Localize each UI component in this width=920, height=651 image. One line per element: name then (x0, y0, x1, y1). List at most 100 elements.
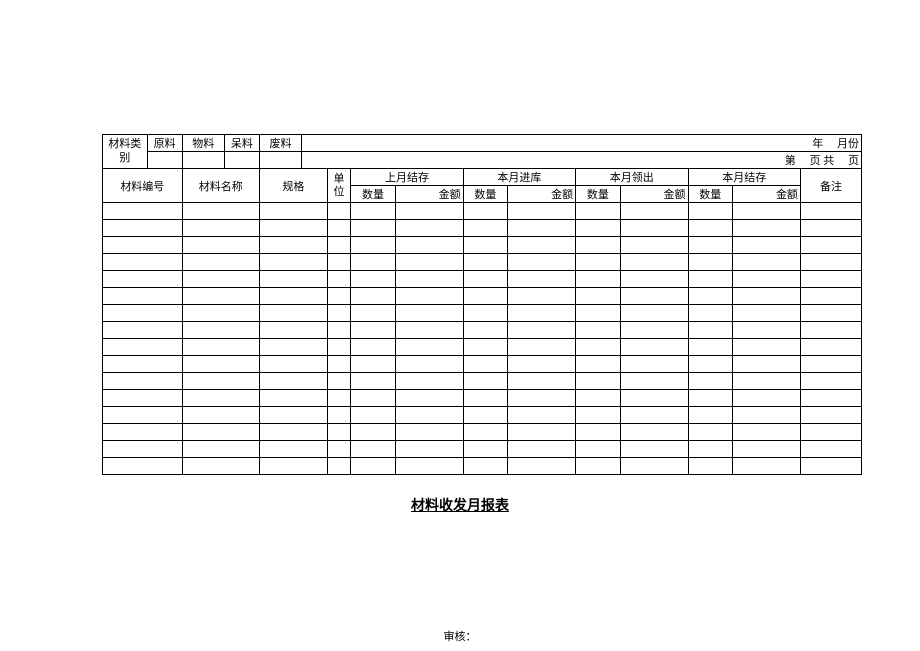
cell (688, 254, 733, 271)
cell (463, 288, 508, 305)
cell (800, 322, 861, 339)
label-material-category: 材料类别 (103, 135, 148, 169)
cell (327, 305, 350, 322)
cell (327, 407, 350, 424)
cell (800, 356, 861, 373)
cell (800, 203, 861, 220)
cat-goods: 物料 (182, 135, 224, 152)
cell (800, 237, 861, 254)
cell (327, 322, 350, 339)
col-spec: 规格 (259, 169, 327, 203)
header-row-category: 材料类别 原料 物料 呆料 废料 年 月份 (103, 135, 862, 152)
cell (576, 339, 621, 356)
page-suffix: 页 (848, 155, 859, 167)
cell (620, 458, 688, 475)
cell (327, 220, 350, 237)
cell (351, 220, 396, 237)
cell (351, 390, 396, 407)
cell (800, 254, 861, 271)
table-body (103, 203, 862, 475)
table-row (103, 322, 862, 339)
cell (103, 203, 183, 220)
cell (463, 220, 508, 237)
cell (800, 441, 861, 458)
table-row (103, 407, 862, 424)
cell (327, 441, 350, 458)
cell (620, 271, 688, 288)
cell (463, 237, 508, 254)
cell (463, 441, 508, 458)
cell (395, 220, 463, 237)
cell (800, 288, 861, 305)
cell (351, 305, 396, 322)
cell (395, 407, 463, 424)
cell (688, 322, 733, 339)
cell (395, 458, 463, 475)
col-material-no: 材料编号 (103, 169, 183, 203)
cell (259, 271, 327, 288)
col-material-name: 材料名称 (182, 169, 259, 203)
cell (733, 407, 801, 424)
cell (620, 288, 688, 305)
cell (463, 373, 508, 390)
cell (103, 441, 183, 458)
cell (351, 237, 396, 254)
cell (688, 356, 733, 373)
cell (576, 458, 621, 475)
cell (103, 390, 183, 407)
cell (182, 407, 259, 424)
month-label: 月份 (837, 138, 859, 150)
cell (463, 305, 508, 322)
cell (576, 237, 621, 254)
cell (395, 424, 463, 441)
cell (576, 220, 621, 237)
cell (395, 305, 463, 322)
cell (103, 254, 183, 271)
cell (800, 271, 861, 288)
cell (463, 271, 508, 288)
col-bal-amt: 金额 (733, 186, 801, 203)
cell (576, 407, 621, 424)
table-row (103, 305, 862, 322)
cell (733, 220, 801, 237)
table-row (103, 339, 862, 356)
cell (351, 203, 396, 220)
col-bal-qty: 数量 (688, 186, 733, 203)
cell (395, 203, 463, 220)
cell (463, 424, 508, 441)
table-row (103, 271, 862, 288)
cell (182, 424, 259, 441)
cell (259, 373, 327, 390)
table-row (103, 424, 862, 441)
cell (259, 220, 327, 237)
cell (576, 271, 621, 288)
cell (620, 322, 688, 339)
cell (182, 220, 259, 237)
cell (182, 203, 259, 220)
table-row (103, 220, 862, 237)
cell (327, 390, 350, 407)
col-month-out: 本月领出 (576, 169, 688, 186)
cell (259, 424, 327, 441)
cell (576, 441, 621, 458)
cell (351, 288, 396, 305)
cell (508, 339, 576, 356)
cell (733, 424, 801, 441)
cell (688, 220, 733, 237)
cell (733, 390, 801, 407)
cell (508, 373, 576, 390)
cell (463, 458, 508, 475)
cell (688, 288, 733, 305)
cell (800, 424, 861, 441)
cell (395, 339, 463, 356)
cell (688, 407, 733, 424)
cell (576, 288, 621, 305)
cell (327, 271, 350, 288)
cell (327, 356, 350, 373)
cell (733, 237, 801, 254)
cell (182, 322, 259, 339)
cell (688, 458, 733, 475)
table-row (103, 254, 862, 271)
cat-stagnant: 呆料 (224, 135, 259, 152)
cell (576, 424, 621, 441)
